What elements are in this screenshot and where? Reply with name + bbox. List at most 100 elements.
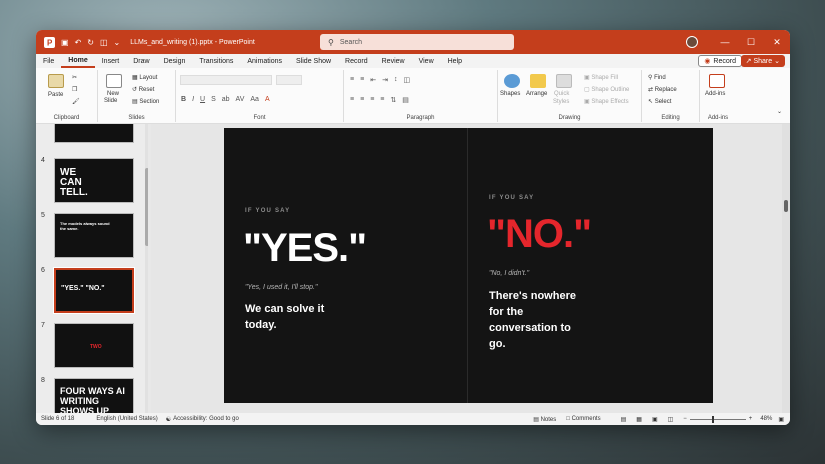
- zoom-in-icon[interactable]: +: [749, 416, 753, 422]
- present-icon[interactable]: ◫: [100, 38, 108, 47]
- tab-review[interactable]: Review: [375, 54, 412, 68]
- tab-view[interactable]: View: [412, 54, 441, 68]
- customize-qat-icon[interactable]: ⌄: [114, 38, 121, 47]
- tab-help[interactable]: Help: [441, 54, 469, 68]
- language-indicator[interactable]: English (United States): [96, 416, 157, 422]
- align-text-icon[interactable]: ▤: [402, 96, 409, 104]
- arrange-button[interactable]: Arrange: [526, 91, 547, 97]
- slide-thumbnail-6[interactable]: "YES." "NO.": [53, 267, 135, 314]
- tab-animations[interactable]: Animations: [240, 54, 289, 68]
- bold-button[interactable]: B: [181, 96, 186, 103]
- avatar[interactable]: [686, 36, 698, 48]
- tab-record[interactable]: Record: [338, 54, 375, 68]
- slideshow-view-icon[interactable]: ◫: [668, 416, 674, 423]
- share-button[interactable]: ↗ Share ⌄: [740, 55, 785, 67]
- tab-file[interactable]: File: [36, 54, 61, 68]
- strikethrough-text-button[interactable]: ab: [222, 96, 230, 103]
- format-painter-icon[interactable]: 🖌: [72, 98, 80, 105]
- text-direction-icon[interactable]: ⇅: [390, 96, 396, 104]
- window-controls: — ☐ ✕: [686, 30, 790, 54]
- arrange-icon[interactable]: [530, 74, 546, 88]
- justify-icon[interactable]: ≡: [380, 96, 384, 104]
- find-button[interactable]: ⚲ Find: [648, 74, 666, 81]
- quick-styles-button-2[interactable]: Styles: [553, 99, 569, 105]
- slide-sorter-icon[interactable]: ▦: [636, 416, 642, 423]
- section-button[interactable]: ▤ Section: [132, 98, 159, 105]
- cut-icon[interactable]: ✂: [72, 74, 77, 81]
- columns-icon[interactable]: ◫: [403, 76, 410, 84]
- increase-indent-icon[interactable]: ⇥: [382, 76, 388, 84]
- italic-button[interactable]: I: [192, 96, 194, 103]
- minimize-icon[interactable]: —: [712, 37, 738, 47]
- bullets-icon[interactable]: ≡: [350, 76, 354, 84]
- powerpoint-logo-icon: P: [43, 36, 55, 48]
- slide-thumbnail-8[interactable]: FOUR WAYS AI WRITING SHOWS UP: [54, 378, 134, 413]
- new-slide-label[interactable]: New: [107, 91, 119, 97]
- fit-slide-icon[interactable]: ▣: [778, 416, 784, 423]
- shapes-icon[interactable]: [504, 74, 520, 88]
- addins-button[interactable]: Add-ins: [705, 91, 725, 97]
- tab-slide-show[interactable]: Slide Show: [289, 54, 338, 68]
- tab-draw[interactable]: Draw: [126, 54, 156, 68]
- notes-button[interactable]: ▤ Notes: [533, 416, 556, 423]
- save-icon[interactable]: ▣: [61, 38, 69, 47]
- shapes-button[interactable]: Shapes: [500, 91, 520, 97]
- character-spacing-button[interactable]: AV: [236, 96, 245, 103]
- copy-icon[interactable]: ❐: [72, 86, 77, 93]
- align-center-icon[interactable]: ≡: [360, 96, 364, 104]
- paragraph-row-2: ≡ ≡ ≡ ≡ ⇅ ▤: [350, 96, 409, 104]
- layout-button[interactable]: ▦ Layout: [132, 74, 157, 81]
- comments-button[interactable]: □ Comments: [566, 416, 600, 422]
- slide-thumbnail-4[interactable]: WE CAN TELL.: [54, 158, 134, 203]
- record-button[interactable]: ◉ Record: [698, 55, 742, 67]
- select-label: Select: [654, 99, 672, 105]
- quick-styles-button[interactable]: Quick: [554, 91, 569, 97]
- paste-icon[interactable]: [48, 74, 64, 88]
- canvas-scrollbar[interactable]: [782, 124, 790, 413]
- shape-fill-button[interactable]: ▣ Shape Fill: [584, 74, 618, 81]
- accessibility-status[interactable]: Accessibility: Good to go: [173, 416, 239, 422]
- zoom-out-icon[interactable]: −: [683, 416, 687, 422]
- change-case-button[interactable]: Aa: [250, 96, 259, 103]
- collapse-ribbon-icon[interactable]: ⌄: [777, 108, 782, 115]
- align-left-icon[interactable]: ≡: [350, 96, 354, 104]
- shape-effects-button[interactable]: ▣ Shape Effects: [584, 98, 629, 105]
- font-size-box[interactable]: [276, 75, 302, 85]
- addins-icon[interactable]: [709, 74, 725, 88]
- undo-icon[interactable]: ↶: [75, 38, 82, 47]
- select-button[interactable]: ↖ Select: [648, 98, 671, 105]
- slide-thumbnail-5[interactable]: The models always sound the same.: [54, 213, 134, 258]
- decrease-indent-icon[interactable]: ⇤: [370, 76, 376, 84]
- quick-styles-icon[interactable]: [556, 74, 572, 88]
- font-color-icon[interactable]: A: [265, 96, 270, 103]
- new-slide-icon[interactable]: [106, 74, 122, 88]
- shape-outline-button[interactable]: ▢ Shape Outline: [584, 86, 629, 93]
- tab-insert[interactable]: Insert: [95, 54, 127, 68]
- paste-button[interactable]: Paste: [48, 92, 63, 98]
- search-input[interactable]: ⚲ Search: [320, 34, 514, 50]
- line-spacing-icon[interactable]: ↕: [394, 76, 398, 84]
- normal-view-icon[interactable]: ▤: [621, 416, 627, 423]
- new-slide-label-2[interactable]: Slide: [104, 98, 117, 104]
- align-right-icon[interactable]: ≡: [370, 96, 374, 104]
- maximize-icon[interactable]: ☐: [738, 37, 764, 48]
- tab-transitions[interactable]: Transitions: [192, 54, 240, 68]
- tab-home[interactable]: Home: [61, 54, 95, 68]
- close-icon[interactable]: ✕: [764, 37, 790, 48]
- redo-icon[interactable]: ↻: [87, 38, 94, 47]
- slide-thumbnail-3[interactable]: [54, 124, 134, 143]
- slide-thumbnail-7[interactable]: TWO: [54, 323, 134, 368]
- quick-access-toolbar: ▣ ↶ ↻ ◫ ⌄: [61, 38, 120, 47]
- strikethrough-button[interactable]: S: [211, 96, 216, 103]
- current-slide[interactable]: IF YOU SAY "YES." "Yes, I used it, I'll …: [224, 128, 713, 403]
- numbering-icon[interactable]: ≡: [360, 76, 364, 84]
- zoom-slider[interactable]: [689, 415, 746, 423]
- reading-view-icon[interactable]: ▣: [652, 416, 658, 423]
- underline-button[interactable]: U: [200, 96, 205, 103]
- reset-button[interactable]: ↺ Reset: [132, 86, 154, 93]
- replace-button[interactable]: ⇄ Replace: [648, 86, 677, 93]
- font-name-box[interactable]: [180, 75, 272, 85]
- tab-design[interactable]: Design: [157, 54, 193, 68]
- zoom-level[interactable]: 48%: [760, 416, 772, 422]
- thumbnails-scrollbar[interactable]: [145, 124, 148, 413]
